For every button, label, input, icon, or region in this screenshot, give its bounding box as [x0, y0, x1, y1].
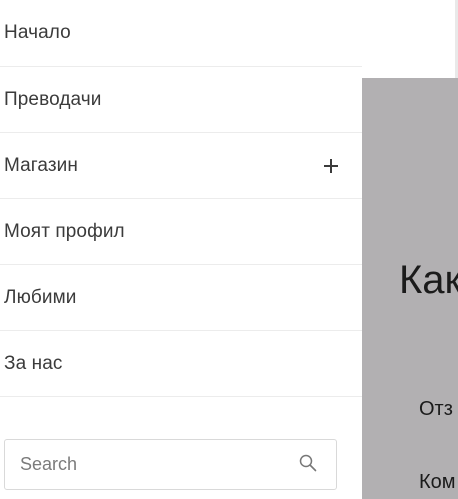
search-icon — [299, 454, 317, 475]
nav-item-label: Моят профил — [4, 220, 125, 242]
dim-overlay[interactable]: Как Отз Ком — [362, 78, 458, 499]
background-page: Как Отз Ком — [362, 0, 458, 499]
plus-icon[interactable] — [320, 155, 342, 177]
nav-item-translators[interactable]: Преводачи — [0, 67, 362, 133]
nav-item-label: Любими — [4, 286, 77, 308]
nav-item-about[interactable]: За нас — [0, 331, 362, 397]
nav-drawer: Начало Преводачи Магазин Моят профил Люб… — [0, 0, 362, 499]
background-heading: Как — [399, 258, 458, 302]
nav-item-favorites[interactable]: Любими — [0, 265, 362, 331]
nav-menu: Начало Преводачи Магазин Моят профил Люб… — [0, 0, 362, 397]
nav-item-label: Преводачи — [4, 88, 102, 110]
background-text-line: Отз — [419, 398, 453, 420]
nav-item-shop[interactable]: Магазин — [0, 133, 362, 199]
search-form — [4, 439, 337, 490]
nav-item-label: За нас — [4, 352, 63, 374]
nav-item-label: Начало — [4, 22, 71, 43]
nav-item-label: Магазин — [4, 154, 78, 176]
nav-item-home[interactable]: Начало — [0, 0, 362, 67]
search-button[interactable] — [284, 440, 332, 489]
search-input[interactable] — [5, 439, 284, 490]
nav-item-my-profile[interactable]: Моят профил — [0, 199, 362, 265]
background-text-line: Ком — [419, 471, 456, 493]
